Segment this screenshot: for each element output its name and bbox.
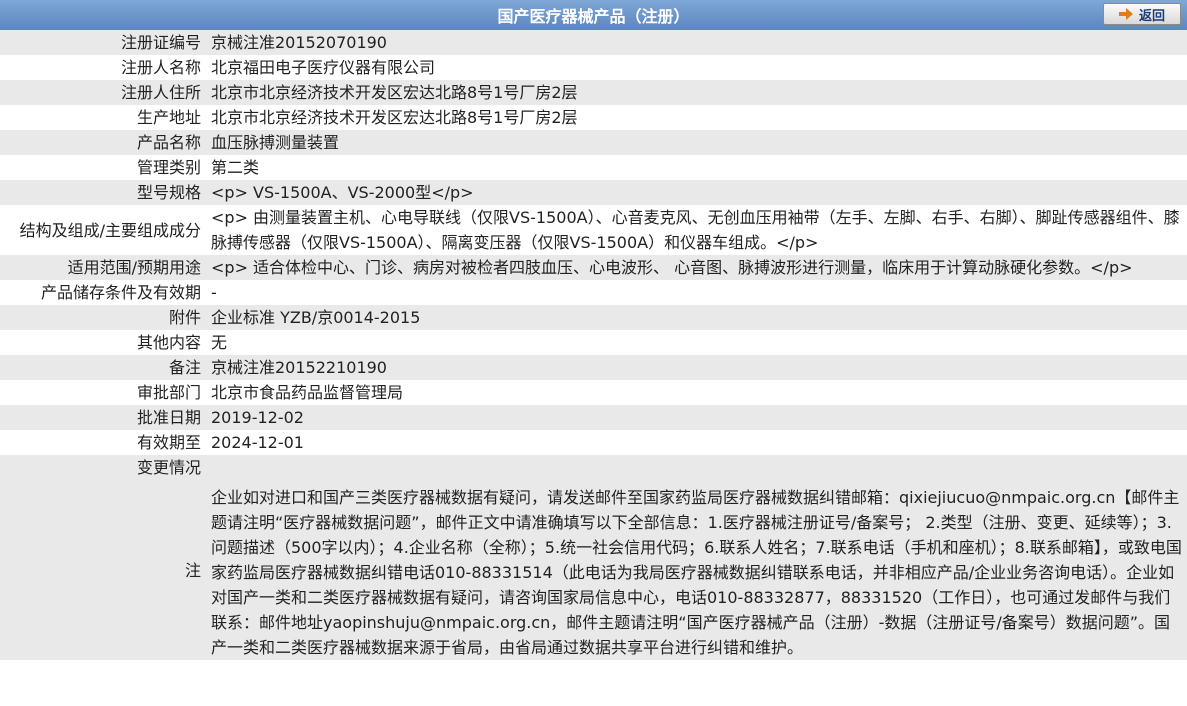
arrow-right-icon [1118, 8, 1133, 20]
field-value: <p> 适合体检中心、门诊、病房对被检者四肢血压、心电波形、 心音图、脉搏波形进… [205, 255, 1187, 280]
table-row: 批准日期 2019-12-02 [0, 405, 1187, 430]
page-title: 国产医疗器械产品（注册） [497, 7, 690, 26]
table-row: 注册证编号 京械注准20152070190 [0, 30, 1187, 55]
field-label: 有效期至 [0, 430, 205, 455]
field-value: - [205, 280, 1187, 305]
field-value: 北京市北京经济技术开发区宏达北路8号1号厂房2层 [205, 105, 1187, 130]
table-row: 审批部门 北京市食品药品监督管理局 [0, 380, 1187, 405]
field-value: <p> 由测量装置主机、心电导联线（仅限VS-1500A）、心音麦克风、无创血压… [205, 205, 1187, 255]
field-label: 审批部门 [0, 380, 205, 405]
table-row: 其他内容 无 [0, 330, 1187, 355]
field-label: 产品名称 [0, 130, 205, 155]
table-row: 适用范围/预期用途 <p> 适合体检中心、门诊、病房对被检者四肢血压、心电波形、… [0, 255, 1187, 280]
field-value [205, 455, 1187, 480]
table-row: 产品名称 血压脉搏测量装置 [0, 130, 1187, 155]
back-button[interactable]: 返回 [1103, 3, 1181, 25]
field-label: 注册证编号 [0, 30, 205, 55]
field-label: 产品储存条件及有效期 [0, 280, 205, 305]
table-row: 型号规格 <p> VS-1500A、VS-2000型</p> [0, 180, 1187, 205]
field-value: 无 [205, 330, 1187, 355]
page-header: 国产医疗器械产品（注册） 返回 [0, 0, 1187, 30]
table-row: 产品储存条件及有效期 - [0, 280, 1187, 305]
field-label: 其他内容 [0, 330, 205, 355]
table-row: 注册人住所 北京市北京经济技术开发区宏达北路8号1号厂房2层 [0, 80, 1187, 105]
field-label: 附件 [0, 305, 205, 330]
table-row: 管理类别 第二类 [0, 155, 1187, 180]
back-button-label: 返回 [1138, 8, 1165, 24]
table-row: 生产地址 北京市北京经济技术开发区宏达北路8号1号厂房2层 [0, 105, 1187, 130]
detail-table: 注册证编号 京械注准20152070190 注册人名称 北京福田电子医疗仪器有限… [0, 30, 1187, 660]
field-label: 注册人名称 [0, 55, 205, 80]
field-label: 注册人住所 [0, 80, 205, 105]
field-value: 2024-12-01 [205, 430, 1187, 455]
field-label: 变更情况 [0, 455, 205, 480]
field-label: 生产地址 [0, 105, 205, 130]
field-label: 管理类别 [0, 155, 205, 180]
table-row: 附件 企业标准 YZB/京0014-2015 [0, 305, 1187, 330]
table-row: 结构及组成/主要组成成分 <p> 由测量装置主机、心电导联线（仅限VS-1500… [0, 205, 1187, 255]
field-value: 北京福田电子医疗仪器有限公司 [205, 55, 1187, 80]
field-value: <p> VS-1500A、VS-2000型</p> [205, 180, 1187, 205]
field-value: 2019-12-02 [205, 405, 1187, 430]
field-value: 北京市北京经济技术开发区宏达北路8号1号厂房2层 [205, 80, 1187, 105]
note-text: 企业如对进口和国产三类医疗器械数据有疑问，请发送邮件至国家药监局医疗器械数据纠错… [211, 488, 1182, 657]
note-label: 注 [0, 480, 205, 660]
field-value: 京械注准20152070190 [205, 30, 1187, 55]
field-label: 适用范围/预期用途 [0, 255, 205, 280]
field-label: 型号规格 [0, 180, 205, 205]
field-label: 备注 [0, 355, 205, 380]
table-row: 备注 京械注准20152210190 [0, 355, 1187, 380]
field-value: 京械注准20152210190 [205, 355, 1187, 380]
table-row: 注 企业如对进口和国产三类医疗器械数据有疑问，请发送邮件至国家药监局医疗器械数据… [0, 480, 1187, 660]
field-value: 第二类 [205, 155, 1187, 180]
table-row: 变更情况 [0, 455, 1187, 480]
field-label: 批准日期 [0, 405, 205, 430]
field-value: 血压脉搏测量装置 [205, 130, 1187, 155]
table-row: 有效期至 2024-12-01 [0, 430, 1187, 455]
field-value: 企业标准 YZB/京0014-2015 [205, 305, 1187, 330]
field-value: 北京市食品药品监督管理局 [205, 380, 1187, 405]
table-row: 注册人名称 北京福田电子医疗仪器有限公司 [0, 55, 1187, 80]
field-label: 结构及组成/主要组成成分 [0, 205, 205, 255]
